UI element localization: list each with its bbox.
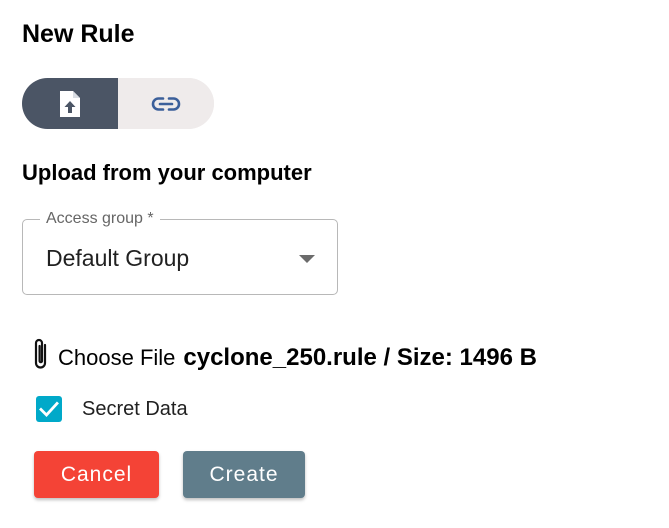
create-button[interactable]: Create (183, 451, 305, 498)
access-group-value: Default Group (46, 245, 190, 271)
upload-file-toggle-button[interactable] (22, 78, 118, 129)
file-upload-icon (60, 90, 80, 117)
cancel-button[interactable]: Cancel (34, 451, 159, 498)
paperclip-icon[interactable] (30, 336, 52, 372)
access-group-label: Access group * (40, 209, 160, 229)
secret-data-checkbox[interactable] (36, 396, 62, 422)
file-chooser-row: Choose File cyclone_250.rule / Size: 149… (30, 332, 537, 372)
link-icon (151, 96, 181, 111)
new-rule-dialog: New Rule Upload from your computer Acces… (0, 0, 669, 528)
secret-data-label: Secret Data (82, 398, 188, 420)
dropdown-arrow-icon (299, 255, 315, 263)
secret-data-row: Secret Data (36, 395, 188, 423)
access-group-select[interactable]: Access group * Default Group (22, 209, 338, 295)
checkmark-icon (39, 401, 59, 417)
dialog-title: New Rule (22, 20, 135, 48)
choose-file-button[interactable]: Choose File (58, 344, 175, 372)
url-link-toggle-button[interactable] (118, 78, 214, 129)
upload-subtitle: Upload from your computer (22, 160, 312, 185)
selected-file-info: cyclone_250.rule / Size: 1496 B (183, 344, 537, 371)
source-toggle (22, 78, 214, 129)
